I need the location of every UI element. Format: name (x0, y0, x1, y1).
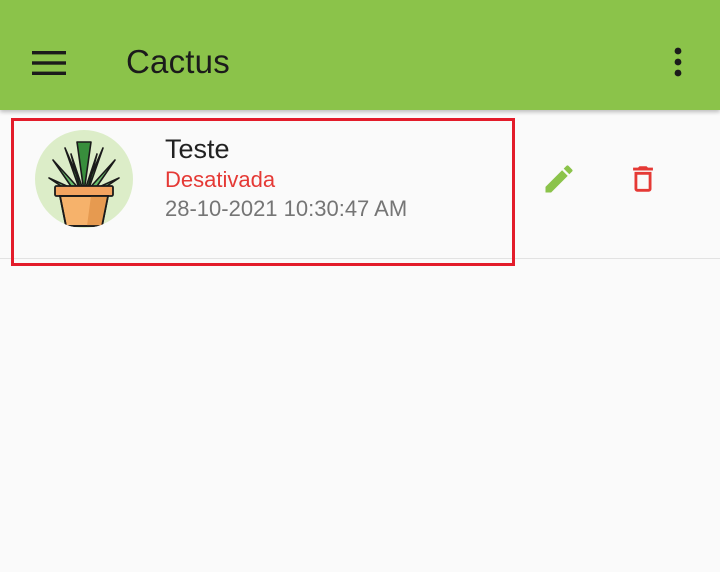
menu-button[interactable] (26, 40, 72, 86)
menu-icon (32, 51, 66, 75)
potted-plant-icon (48, 141, 120, 227)
more-vert-icon (674, 47, 682, 77)
list-item[interactable]: Teste Desativada 28-10-2021 10:30:47 AM (0, 110, 720, 266)
pencil-icon (545, 165, 573, 193)
trash-icon (633, 166, 653, 192)
item-date: 28-10-2021 10:30:47 AM (165, 196, 408, 221)
item-text: Teste Desativada 28-10-2021 10:30:47 AM (165, 132, 407, 224)
item-name: Teste (165, 134, 230, 164)
page-title: Cactus (126, 43, 230, 80)
item-status: Desativada (165, 167, 276, 192)
avatar (35, 130, 133, 228)
delete-button[interactable] (619, 155, 667, 203)
more-options-button[interactable] (656, 40, 700, 84)
app-bar: Cactus (0, 0, 720, 110)
edit-button[interactable] (535, 155, 583, 203)
plant-list: Teste Desativada 28-10-2021 10:30:47 AM (0, 110, 720, 266)
